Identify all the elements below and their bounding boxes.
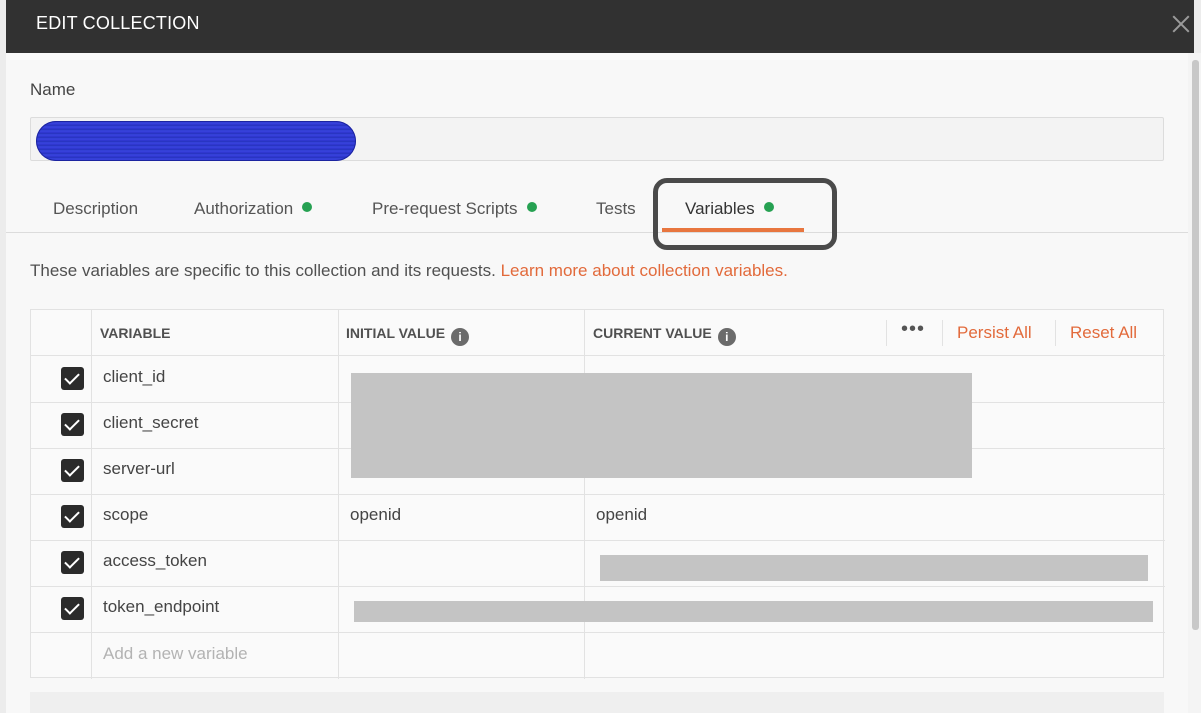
annotation-highlight-box [653,178,837,250]
info-icon[interactable]: i [451,328,470,346]
row-checkbox[interactable] [61,413,84,436]
persist-all-button[interactable]: Persist All [957,323,1032,343]
close-icon[interactable] [1166,9,1194,39]
tab-tests[interactable]: Tests [596,199,636,219]
learn-more-link[interactable]: Learn more about collection variables. [501,261,788,280]
row-checkbox[interactable] [61,505,84,528]
tab-description[interactable]: Description [53,199,138,219]
current-value[interactable]: openid [596,505,647,525]
row-divider [31,632,1165,633]
header-current-value: CURRENT VALUE i [593,310,736,356]
tab-pre-request-scripts[interactable]: Pre-request Scripts [372,199,537,219]
tab-bar: Description Authorization Pre-request Sc… [6,185,1194,233]
tab-authorization[interactable]: Authorization [194,199,313,219]
variables-table: VARIABLE INITIAL VALUE i CURRENT VALUE i •… [30,309,1165,679]
row-divider [31,494,1165,495]
add-variable-input[interactable]: Add a new variable [103,644,248,664]
reset-all-button[interactable]: Reset All [1070,323,1137,343]
row-checkbox[interactable] [61,459,84,482]
variables-info: These variables are specific to this col… [30,261,788,280]
edit-collection-modal: EDIT COLLECTION Name Description Authori… [6,0,1194,713]
name-input[interactable] [30,117,1164,161]
modal-header: EDIT COLLECTION [6,0,1194,53]
redacted-access-token [600,555,1148,581]
status-dot [526,202,537,212]
redacted-token-endpoint [354,601,1153,622]
variable-name[interactable]: client_id [103,367,165,387]
variable-name[interactable]: scope [103,505,148,525]
redacted-values-block [351,373,972,478]
scrollbar-thumb[interactable] [1192,60,1199,630]
row-checkbox[interactable] [61,367,84,390]
variable-name[interactable]: access_token [103,551,207,571]
more-options-icon[interactable]: ••• [901,318,925,341]
header-initial-value: INITIAL VALUE i [346,310,470,356]
row-divider [31,586,1165,587]
initial-value[interactable]: openid [350,505,401,525]
status-dot [302,202,313,212]
redacted-name-scribble [36,121,356,161]
row-checkbox[interactable] [61,597,84,620]
variable-name[interactable]: client_secret [103,413,198,433]
row-checkbox[interactable] [61,551,84,574]
footer-area [30,692,1164,713]
header-variable: VARIABLE [100,310,171,356]
header-divider [942,320,943,346]
info-icon[interactable]: i [717,328,736,346]
name-label: Name [30,80,76,99]
modal-title: EDIT COLLECTION [36,13,200,33]
row-divider [31,540,1165,541]
variable-name[interactable]: server-url [103,459,175,479]
header-divider [886,320,887,346]
header-divider [1055,320,1056,346]
variable-name[interactable]: token_endpoint [103,597,219,617]
